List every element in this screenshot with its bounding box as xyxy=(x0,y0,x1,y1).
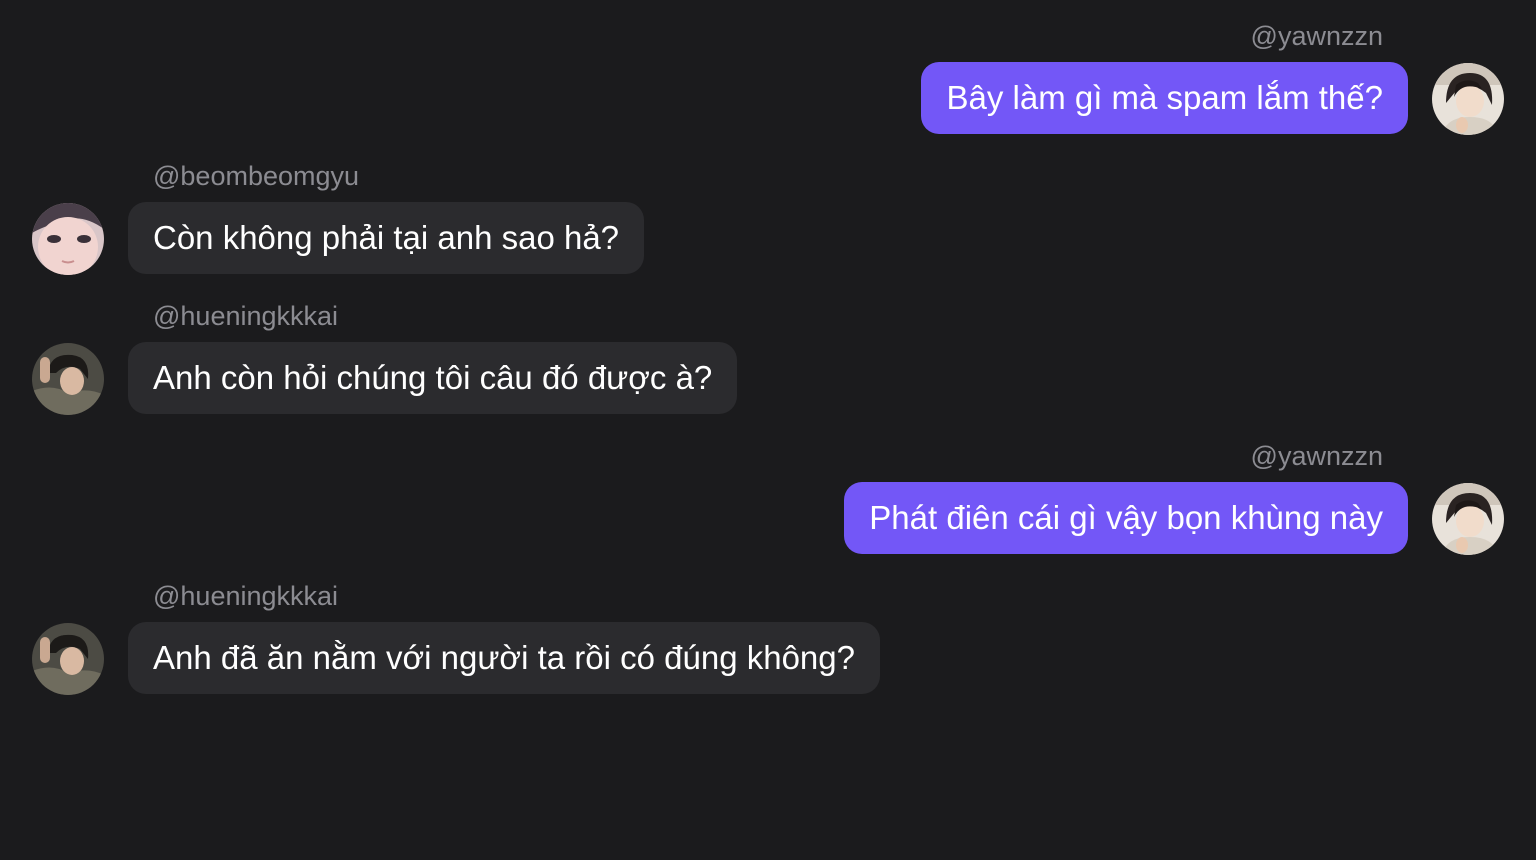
message-username[interactable]: @beombeomgyu xyxy=(153,160,359,192)
avatar[interactable] xyxy=(32,343,104,415)
avatar[interactable] xyxy=(32,203,104,275)
avatar[interactable] xyxy=(1432,483,1504,555)
chat-thread: @yawnzzn Bây làm gì mà spam lắm thế? @be… xyxy=(0,0,1536,860)
message-bubble[interactable]: Bây làm gì mà spam lắm thế? xyxy=(921,62,1408,134)
message-row: @yawnzzn Bây làm gì mà spam lắm thế? xyxy=(0,20,1536,135)
message-bubble[interactable]: Anh còn hỏi chúng tôi câu đó được à? xyxy=(128,342,738,414)
message-row: @hueningkkkai Anh đã ăn nằm với người ta… xyxy=(0,580,1536,695)
message-bubble[interactable]: Anh đã ăn nằm với người ta rồi có đúng k… xyxy=(128,622,880,694)
message-username[interactable]: @hueningkkkai xyxy=(153,580,338,612)
message-row: @hueningkkkai Anh còn hỏi chúng tôi câu … xyxy=(0,300,1536,415)
avatar[interactable] xyxy=(32,623,104,695)
message-username[interactable]: @yawnzzn xyxy=(1251,440,1383,472)
message-username[interactable]: @yawnzzn xyxy=(1251,20,1383,52)
message-row: @beombeomgyu Còn không phải tại anh sao … xyxy=(0,160,1536,275)
message-row: @yawnzzn Phát điên cái gì vậy bọn khùng … xyxy=(0,440,1536,555)
avatar[interactable] xyxy=(1432,63,1504,135)
message-bubble[interactable]: Phát điên cái gì vậy bọn khùng này xyxy=(844,482,1408,554)
message-bubble[interactable]: Còn không phải tại anh sao hả? xyxy=(128,202,645,274)
message-username[interactable]: @hueningkkkai xyxy=(153,300,338,332)
